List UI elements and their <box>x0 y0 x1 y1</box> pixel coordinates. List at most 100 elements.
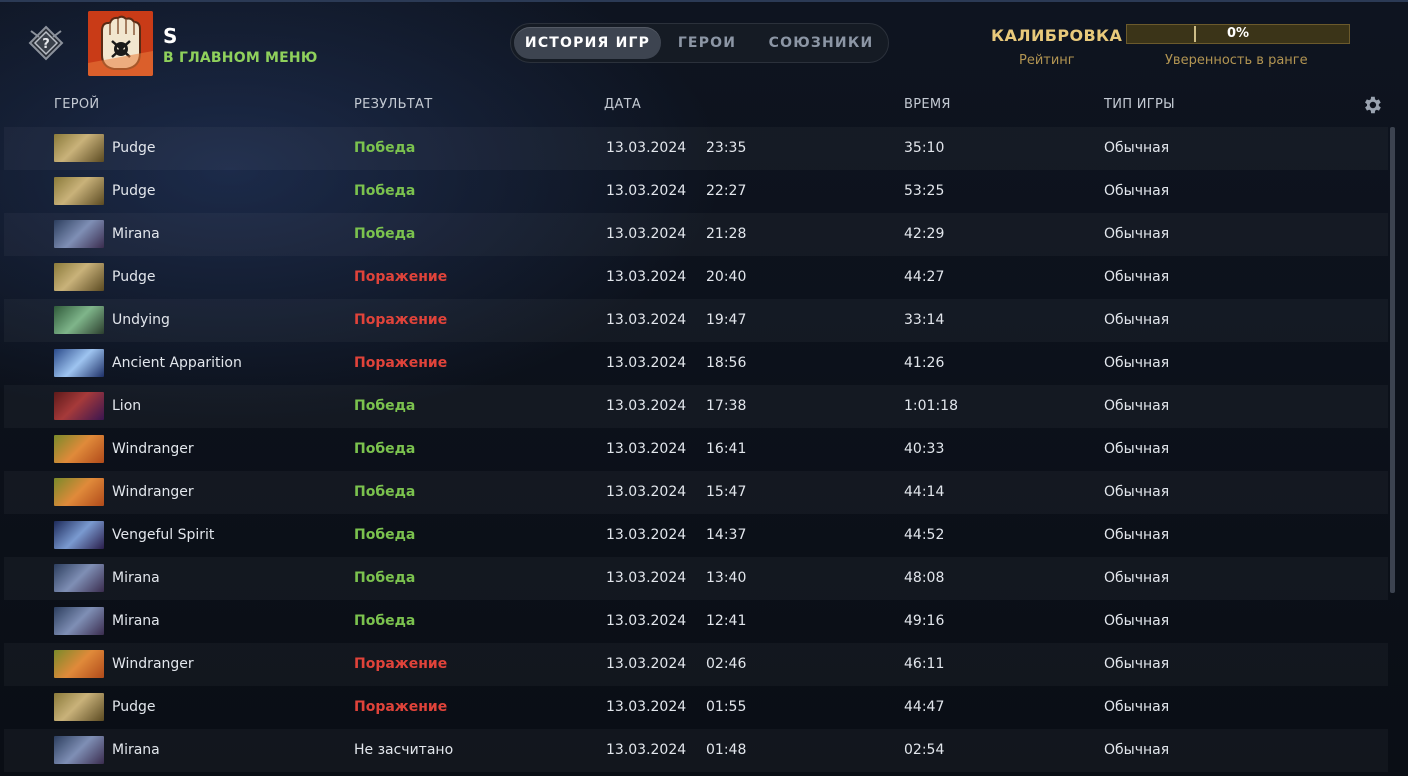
hero-portrait <box>54 177 104 205</box>
column-header-game-type[interactable]: ТИП ИГРЫ <box>1104 97 1175 112</box>
match-date: 13.03.2024 <box>606 355 687 371</box>
match-result: Поражение <box>354 355 448 371</box>
column-header-duration[interactable]: ВРЕМЯ <box>904 97 951 112</box>
match-start-time: 22:27 <box>706 183 747 199</box>
match-start-time: 19:47 <box>706 312 747 328</box>
hero-name: Mirana <box>112 742 160 758</box>
match-start-time: 14:37 <box>706 527 747 543</box>
unknown-rank-icon[interactable]: ? <box>28 25 64 61</box>
match-start-time: 01:55 <box>706 699 747 715</box>
rating-label: Рейтинг <box>1019 53 1075 68</box>
match-date: 13.03.2024 <box>606 570 687 586</box>
game-type: Обычная <box>1104 312 1170 328</box>
calibration-title: КАЛИБРОВКА <box>991 26 1123 45</box>
hero-name: Windranger <box>112 656 194 672</box>
player-name: S <box>163 24 178 48</box>
top-border <box>0 0 1408 2</box>
column-header-date[interactable]: ДАТА <box>604 97 641 112</box>
hero-portrait <box>54 220 104 248</box>
table-row[interactable]: Pudge Победа 13.03.2024 23:35 35:10 Обычная <box>4 127 1388 170</box>
match-date: 13.03.2024 <box>606 613 687 629</box>
table-row[interactable]: Windranger Победа 13.03.2024 15:47 44:14 Обыч… <box>4 471 1388 514</box>
game-type: Обычная <box>1104 140 1170 156</box>
match-duration: 46:11 <box>904 656 945 672</box>
svg-text:?: ? <box>42 37 50 52</box>
match-duration: 49:16 <box>904 613 945 629</box>
match-duration: 1:01:18 <box>904 398 958 414</box>
match-result: Победа <box>354 613 416 629</box>
scrollbar[interactable] <box>1390 127 1395 593</box>
match-duration: 42:29 <box>904 226 945 242</box>
hero-portrait <box>54 392 104 420</box>
match-date: 13.03.2024 <box>606 269 687 285</box>
game-type: Обычная <box>1104 269 1170 285</box>
match-start-time: 02:46 <box>706 656 747 672</box>
hero-name: Ancient Apparition <box>112 355 242 371</box>
gear-icon[interactable] <box>1361 94 1383 116</box>
match-start-time: 13:40 <box>706 570 747 586</box>
table-row[interactable]: Mirana Не засчитано 13.03.2024 01:48 02:54 Об… <box>4 729 1388 772</box>
rank-confidence-bar: 0% <box>1126 24 1350 44</box>
match-date: 13.03.2024 <box>606 398 687 414</box>
game-type: Обычная <box>1104 398 1170 414</box>
hero-portrait <box>54 306 104 334</box>
table-row[interactable]: Pudge Поражение 13.03.2024 01:55 44:47 Обычна… <box>4 686 1388 729</box>
tab-bar: ИСТОРИЯ ИГР ГЕРОИ СОЮЗНИКИ <box>510 23 889 63</box>
match-start-time: 15:47 <box>706 484 747 500</box>
match-result: Победа <box>354 441 416 457</box>
match-start-time: 17:38 <box>706 398 747 414</box>
table-row[interactable]: Pudge Поражение 13.03.2024 20:40 44:27 Обычна… <box>4 256 1388 299</box>
game-type: Обычная <box>1104 527 1170 543</box>
table-row[interactable]: Undying Поражение 13.03.2024 19:47 33:14 Обыч… <box>4 299 1388 342</box>
hero-name: Windranger <box>112 441 194 457</box>
match-start-time: 21:28 <box>706 226 747 242</box>
game-type: Обычная <box>1104 226 1170 242</box>
fist-jolly-roger-avatar <box>88 11 153 76</box>
match-result: Поражение <box>354 699 448 715</box>
hero-portrait <box>54 607 104 635</box>
match-date: 13.03.2024 <box>606 312 687 328</box>
table-row[interactable]: Mirana Победа 13.03.2024 12:41 49:16 Обычная <box>4 600 1388 643</box>
tab-match-history[interactable]: ИСТОРИЯ ИГР <box>514 27 661 59</box>
match-result: Поражение <box>354 656 448 672</box>
tab-heroes[interactable]: ГЕРОИ <box>667 27 747 59</box>
tab-allies[interactable]: СОЮЗНИКИ <box>761 27 881 59</box>
table-row[interactable]: Lion Победа 13.03.2024 17:38 1:01:18 Обычная <box>4 385 1388 428</box>
player-status: В ГЛАВНОМ МЕНЮ <box>163 50 318 66</box>
hero-portrait <box>54 349 104 377</box>
match-start-time: 16:41 <box>706 441 747 457</box>
game-type: Обычная <box>1104 742 1170 758</box>
match-date: 13.03.2024 <box>606 183 687 199</box>
match-start-time: 20:40 <box>706 269 747 285</box>
match-date: 13.03.2024 <box>606 742 687 758</box>
game-type: Обычная <box>1104 183 1170 199</box>
hero-name: Pudge <box>112 140 156 156</box>
table-row[interactable]: Windranger Победа 13.03.2024 16:41 40:33 Обыч… <box>4 428 1388 471</box>
game-type: Обычная <box>1104 484 1170 500</box>
hero-name: Lion <box>112 398 142 414</box>
match-result: Победа <box>354 527 416 543</box>
match-duration: 44:52 <box>904 527 945 543</box>
match-duration: 40:33 <box>904 441 945 457</box>
game-type: Обычная <box>1104 570 1170 586</box>
hero-name: Pudge <box>112 269 156 285</box>
hero-name: Mirana <box>112 226 160 242</box>
column-header-hero[interactable]: ГЕРОЙ <box>54 97 99 112</box>
hero-portrait <box>54 134 104 162</box>
match-result: Победа <box>354 140 416 156</box>
match-date: 13.03.2024 <box>606 484 687 500</box>
table-row[interactable]: Pudge Победа 13.03.2024 22:27 53:25 Обычная <box>4 170 1388 213</box>
table-row[interactable]: Ancient Apparition Поражение 13.03.2024 18:… <box>4 342 1388 385</box>
match-result: Победа <box>354 183 416 199</box>
table-row[interactable]: Mirana Победа 13.03.2024 13:40 48:08 Обычная <box>4 557 1388 600</box>
column-header-result[interactable]: РЕЗУЛЬТАТ <box>354 97 432 112</box>
table-row[interactable]: Vengeful Spirit Победа 13.03.2024 14:37 44:5… <box>4 514 1388 557</box>
table-row[interactable]: Windranger Поражение 13.03.2024 02:46 46:11 О… <box>4 643 1388 686</box>
hero-portrait <box>54 521 104 549</box>
table-row[interactable]: Mirana Победа 13.03.2024 21:28 42:29 Обычная <box>4 213 1388 256</box>
hero-name: Mirana <box>112 570 160 586</box>
match-result: Поражение <box>354 269 448 285</box>
avatar[interactable] <box>88 11 153 76</box>
match-date: 13.03.2024 <box>606 656 687 672</box>
match-duration: 35:10 <box>904 140 945 156</box>
